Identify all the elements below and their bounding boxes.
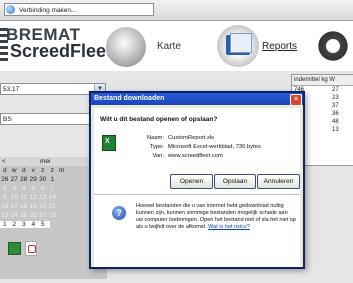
nav-karte[interactable]: Karte xyxy=(157,41,181,52)
table-cell: 13 xyxy=(332,127,339,133)
weekday: d xyxy=(2,167,7,174)
calendar-day[interactable]: 2 xyxy=(10,221,20,228)
excel-export-icon[interactable] xyxy=(8,242,21,255)
name-label: Naam: xyxy=(146,135,164,141)
shield-question-icon: ? xyxy=(112,206,126,220)
status-bar: Verbinding maken... xyxy=(0,0,353,21)
file-info: Naam: CustomReport.xls Type: Microsoft Exc… xyxy=(138,134,261,161)
calendar-day[interactable]: 16 xyxy=(0,203,10,210)
save-button[interactable]: Opslaan xyxy=(214,174,256,189)
name-value: CustomReport.xls xyxy=(168,135,215,141)
table-cell: 48 xyxy=(332,119,339,125)
calendar-day[interactable]: 6 xyxy=(38,185,48,192)
dialog-title: Bestand downloaden xyxy=(94,95,165,102)
calendar-day[interactable]: 26 xyxy=(29,212,39,219)
pdf-export-icon[interactable] xyxy=(25,241,37,256)
weekday: d xyxy=(21,167,26,174)
warning-text: Hoewel bestanden die u van internet hebt… xyxy=(136,203,296,231)
weekday: z xyxy=(50,167,54,174)
calendar-day[interactable]: 28 xyxy=(19,176,29,183)
table-cell: 27 xyxy=(332,87,339,93)
calendar-day[interactable]: 28 xyxy=(48,212,58,219)
calendar-weekdays: dwdvzzm xyxy=(0,167,67,174)
weekday: m xyxy=(59,167,65,174)
page: BREMAT ScreedFleet Karte Reports 53.17 ▼… xyxy=(0,21,353,283)
divider xyxy=(94,194,300,195)
calendar-day[interactable]: 11 xyxy=(19,194,29,201)
calendar-day[interactable]: 10 xyxy=(10,194,20,201)
type-value: Microsoft Excel-werkblad, 730 bytes xyxy=(168,144,261,150)
calendar-week: 26 27 28 29 30 1 xyxy=(0,176,57,183)
calendar-day[interactable]: 13 xyxy=(38,194,48,201)
calendar-day[interactable]: 21 xyxy=(48,203,58,210)
download-dialog: Bestand downloaden × Wilt u dit bestand … xyxy=(89,91,305,269)
from-value: www.screedfleet.com xyxy=(168,153,223,159)
calendar-prev[interactable]: < xyxy=(2,157,6,166)
calendar-day[interactable]: 1 xyxy=(0,221,10,228)
cancel-button[interactable]: Annuleren xyxy=(257,174,300,189)
calendar-day[interactable]: 27 xyxy=(10,176,20,183)
calendar-day[interactable]: 26 xyxy=(0,176,10,183)
calendar-week: 234567 xyxy=(0,185,57,192)
calendar-month: mei xyxy=(40,158,51,165)
risk-link[interactable]: Wat is het risico? xyxy=(208,224,250,230)
calendar-day[interactable]: 3 xyxy=(19,221,29,228)
dialog-body: Wilt u dit bestand openen of opslaan? Na… xyxy=(94,108,300,267)
dialog-question: Wilt u dit bestand openen of opslaan? xyxy=(100,116,218,123)
weekday: z xyxy=(41,167,45,174)
status-text: Verbinding maken... xyxy=(19,7,77,14)
calendar-day[interactable]: 30 xyxy=(38,176,48,183)
screen: Verbinding maken... BREMAT ScreedFleet K… xyxy=(0,0,353,283)
gear-icon[interactable] xyxy=(316,29,350,63)
weekday: w xyxy=(11,167,17,174)
weekday: v xyxy=(31,167,35,174)
type-label: Type: xyxy=(149,144,164,150)
table-cell: 23 xyxy=(332,95,339,101)
table-cell: 36 xyxy=(332,111,339,117)
calendar-week: 12345 xyxy=(0,221,50,228)
calendar-day[interactable]: 4 xyxy=(19,185,29,192)
logo-subtitle: ScreedFleet xyxy=(10,41,113,61)
calendar-week: 23 24 25 26 27 28 xyxy=(0,212,57,219)
close-button[interactable]: × xyxy=(290,94,302,106)
calendar-day[interactable]: 14 xyxy=(48,194,58,201)
calendar-day[interactable]: 7 xyxy=(48,185,58,192)
table-header: indemittel kg W xyxy=(292,75,353,86)
calendar-day[interactable]: 29 xyxy=(29,176,39,183)
vehicle-select-value: 53.17 xyxy=(3,86,20,93)
table-cell: 37 xyxy=(332,103,339,109)
globe-icon[interactable] xyxy=(106,27,146,67)
calendar-day[interactable]: 9 xyxy=(0,194,10,201)
calendar-day[interactable]: 27 xyxy=(38,212,48,219)
excel-file-icon xyxy=(102,135,116,151)
calendar-day[interactable]: 5 xyxy=(38,221,48,228)
calendar-day[interactable]: 3 xyxy=(10,185,20,192)
calendar-day[interactable]: 24 xyxy=(10,212,20,219)
calendar-day[interactable]: 2 xyxy=(0,185,10,192)
calendar-day[interactable]: 1 xyxy=(48,176,58,183)
document-page-icon xyxy=(230,33,252,53)
calendar-day[interactable]: 18 xyxy=(19,203,29,210)
calendar-day[interactable]: 5 xyxy=(29,185,39,192)
loading-icon xyxy=(6,5,15,14)
calendar-day[interactable]: 23 xyxy=(0,212,10,219)
calendar-day[interactable]: 17 xyxy=(10,203,20,210)
calendar-week: 9 10 11 12 13 14 xyxy=(0,194,57,201)
calendar-day[interactable]: 25 xyxy=(19,212,29,219)
status-field: Verbinding maken... xyxy=(4,3,154,16)
calendar-day[interactable]: 12 xyxy=(29,194,39,201)
type-select-value: BS xyxy=(3,116,12,123)
nav-reports[interactable]: Reports xyxy=(262,41,297,52)
header: BREMAT ScreedFleet Karte Reports xyxy=(0,21,353,71)
calendar-day[interactable]: 19 xyxy=(29,203,39,210)
dialog-titlebar[interactable]: Bestand downloaden × xyxy=(91,93,303,106)
calendar-week: 16 17 18 19 20 21 xyxy=(0,203,57,210)
calendar-day[interactable]: 4 xyxy=(29,221,39,228)
open-button[interactable]: Openen xyxy=(170,174,213,189)
calendar-day[interactable]: 20 xyxy=(38,203,48,210)
from-label: Van: xyxy=(152,153,165,159)
